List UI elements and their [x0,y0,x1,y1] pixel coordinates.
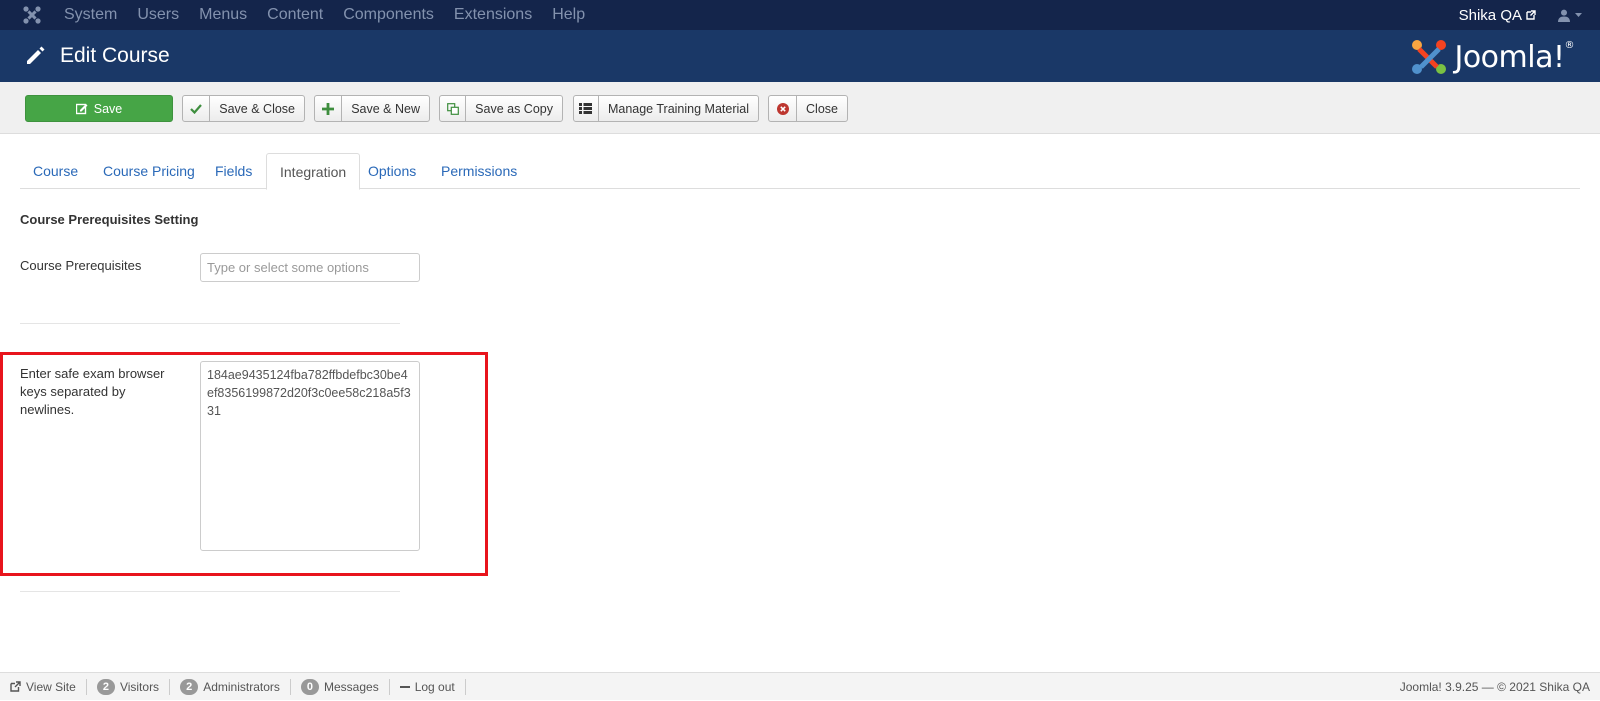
brand-name: Joomla! [1454,39,1565,75]
administrators-label: Administrators [203,679,280,694]
pencil-icon [27,46,45,64]
menu-menus[interactable]: Menus [199,6,247,24]
menu-extensions[interactable]: Extensions [454,6,532,24]
close-circle-icon [769,96,798,121]
view-site-label: View Site [26,679,76,694]
save-new-button[interactable]: Save & New [314,95,430,122]
view-site-link[interactable]: View Site [0,678,87,695]
save-button[interactable]: Save [25,95,173,122]
save-label: Save [93,101,123,116]
external-link-icon [1526,10,1536,20]
joomla-icon[interactable] [0,0,64,30]
tab-course-pricing[interactable]: Course Pricing [90,153,208,189]
joomla-brand-logo: Joomla!® [1410,38,1574,76]
page-header: Edit Course Joomla!® [0,30,1600,82]
seb-keys-label: Enter safe exam browser keys separated b… [20,366,165,417]
messages-label: Messages [324,679,379,694]
site-name-link[interactable]: Shika QA [1459,7,1536,24]
minus-icon [399,685,410,688]
menu-components[interactable]: Components [343,6,434,24]
menu-help[interactable]: Help [552,6,585,24]
save-close-button[interactable]: Save & Close [182,95,305,122]
menu-system[interactable]: System [64,6,117,24]
copy-icon [440,96,467,121]
manage-training-material-label: Manage Training Material [607,101,749,116]
tab-permissions[interactable]: Permissions [428,153,530,189]
logout-link[interactable]: Log out [390,678,466,695]
seb-keys-textarea[interactable] [200,361,420,551]
site-name: Shika QA [1458,6,1522,24]
course-prerequisites-input[interactable] [200,253,420,282]
logout-label: Log out [414,679,455,694]
joomla-logo-icon [1412,40,1447,74]
check-icon [183,96,211,121]
edit-icon [75,103,88,114]
section-title: Course Prerequisites Setting [20,212,199,227]
tab-course[interactable]: Course [20,153,91,189]
brand-registered-mark: ® [1564,39,1575,51]
messages-link[interactable]: 0 Messages [291,678,390,695]
toolbar: Save Save & Close Save & New Save as Cop… [0,82,1600,134]
visitors-label: Visitors [119,679,160,694]
save-as-copy-label: Save as Copy [475,101,553,116]
menu-users[interactable]: Users [137,6,179,24]
course-prerequisites-label: Course Prerequisites [20,258,142,273]
status-bar: View Site 2 Visitors 2 Administrators 0 … [0,672,1600,700]
visitors-link[interactable]: 2 Visitors [87,678,171,695]
manage-training-material-button[interactable]: Manage Training Material [573,95,759,122]
messages-count-badge: 0 [300,678,319,695]
list-icon [574,96,599,121]
caret-down-icon [1575,12,1582,17]
tab-fields[interactable]: Fields [202,153,265,189]
tab-integration[interactable]: Integration [266,153,361,190]
external-link-icon [10,681,21,692]
plus-icon [315,96,343,121]
page-title: Edit Course [24,30,170,82]
user-icon [1558,9,1570,22]
menu-content[interactable]: Content [267,6,323,24]
administrators-count-badge: 2 [180,678,199,695]
administrators-link[interactable]: 2 Administrators [170,678,291,695]
tab-options[interactable]: Options [355,153,429,189]
divider [20,323,400,324]
page-title-text: Edit Course [60,44,170,67]
top-navbar: System Users Menus Content Components Ex… [0,0,1600,30]
version-text: Joomla! 3.9.25 — © 2021 Shika QA [1399,680,1590,694]
close-label: Close [806,101,838,116]
save-as-copy-button[interactable]: Save as Copy [439,95,563,122]
visitors-count-badge: 2 [96,678,115,695]
close-button[interactable]: Close [768,95,848,122]
tab-bar: Course Course Pricing Fields Integration… [20,153,1580,190]
save-new-label: Save & New [351,101,420,116]
divider [20,591,400,592]
user-menu[interactable] [1558,9,1582,22]
save-close-label: Save & Close [219,101,295,116]
